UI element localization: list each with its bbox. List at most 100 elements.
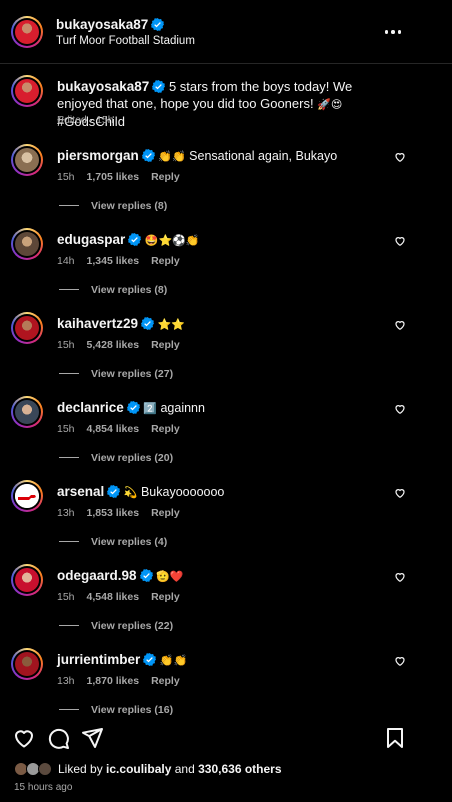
liked-by-user[interactable]: ic.coulibaly — [106, 762, 171, 776]
commenter-avatar[interactable] — [11, 396, 43, 428]
comment-icon[interactable] — [46, 726, 70, 750]
view-replies-button[interactable]: View replies (27) — [59, 368, 173, 380]
send-icon[interactable] — [80, 726, 104, 750]
commenter-username[interactable]: odegaard.98 — [57, 568, 137, 583]
comment-meta: 15h 4,854 likes Reply — [57, 423, 192, 435]
comment-item: kaihavertz29 ⭐⭐ 15h 5,428 likes Reply View … — [0, 308, 452, 392]
heart-icon[interactable] — [394, 319, 406, 331]
commenter-username[interactable]: piersmorgan — [57, 148, 139, 163]
heart-icon[interactable] — [394, 571, 406, 583]
view-replies-label[interactable]: View replies (27) — [91, 368, 173, 380]
view-replies-line — [59, 709, 79, 710]
post-timestamp: 15 hours ago — [14, 782, 73, 793]
comment-time: 13h — [57, 507, 75, 519]
reply-button[interactable]: Reply — [151, 507, 180, 519]
reply-button[interactable]: Reply — [151, 423, 180, 435]
comment-text: edugaspar 🤩⭐⚽👏 — [57, 232, 200, 247]
view-replies-label[interactable]: View replies (22) — [91, 620, 173, 632]
post-location[interactable]: Turf Moor Football Stadium — [56, 35, 195, 47]
view-replies-button[interactable]: View replies (22) — [59, 620, 173, 632]
verified-badge-icon — [141, 317, 155, 330]
commenter-avatar[interactable] — [11, 144, 43, 176]
commenter-username[interactable]: edugaspar — [57, 232, 125, 247]
commenter-username[interactable]: arsenal — [57, 484, 104, 499]
verified-badge-icon — [152, 80, 166, 93]
comment-meta: 15h 4,548 likes Reply — [57, 591, 192, 603]
commenter-avatar[interactable] — [11, 648, 43, 680]
reply-button[interactable]: Reply — [151, 255, 180, 267]
view-replies-label[interactable]: View replies (4) — [91, 536, 167, 548]
comment-likes[interactable]: 4,854 likes — [87, 423, 140, 435]
verified-badge-icon — [126, 401, 140, 414]
comment-emoji: 2️⃣ — [143, 402, 157, 415]
comment-time: 15h — [57, 171, 75, 183]
view-replies-button[interactable]: View replies (8) — [59, 200, 167, 212]
comment-item: declanrice 2️⃣ againnn 15h 4,854 likes Repl… — [0, 392, 452, 476]
commenter-avatar[interactable] — [11, 480, 43, 512]
comment-time: 15h — [57, 591, 75, 603]
liked-by-text: Liked by ic.coulibaly and 330,636 others — [58, 762, 282, 776]
view-replies-button[interactable]: View replies (8) — [59, 284, 167, 296]
heart-icon[interactable] — [394, 403, 406, 415]
commenter-username[interactable]: kaihavertz29 — [57, 316, 138, 331]
view-replies-line — [59, 373, 79, 374]
heart-icon[interactable] — [12, 726, 36, 750]
caption-username[interactable]: bukayosaka87 — [57, 79, 149, 94]
comment-text: arsenal 💫 Bukayooooooo — [57, 484, 224, 499]
author-avatar[interactable] — [11, 16, 43, 48]
verified-badge-icon — [143, 653, 157, 666]
author-username[interactable]: bukayosaka87 — [56, 17, 148, 32]
comment-likes[interactable]: 1,705 likes — [87, 171, 140, 183]
comment-time: 15h — [57, 339, 75, 351]
comment-text: piersmorgan 👏👏 Sensational again, Bukayo — [57, 148, 337, 163]
reply-button[interactable]: Reply — [151, 339, 180, 351]
header-divider — [0, 63, 452, 64]
commenter-avatar[interactable] — [11, 312, 43, 344]
view-replies-label[interactable]: View replies (8) — [91, 200, 167, 212]
view-replies-button[interactable]: View replies (4) — [59, 536, 167, 548]
reply-button[interactable]: Reply — [151, 171, 180, 183]
comment-emoji: 🤩⭐⚽👏 — [144, 234, 200, 247]
commenter-avatar[interactable] — [11, 228, 43, 260]
heart-icon[interactable] — [394, 235, 406, 247]
comment-meta: 14h 1,345 likes Reply — [57, 255, 192, 267]
more-options-icon[interactable] — [382, 22, 404, 42]
view-replies-label[interactable]: View replies (20) — [91, 452, 173, 464]
reply-button[interactable]: Reply — [151, 675, 180, 687]
comment-body: againnn — [160, 401, 205, 415]
comment-text: declanrice 2️⃣ againnn — [57, 400, 205, 415]
view-replies-line — [59, 205, 79, 206]
view-replies-label[interactable]: View replies (8) — [91, 284, 167, 296]
view-replies-button[interactable]: View replies (20) — [59, 452, 173, 464]
liker-avatar[interactable] — [38, 762, 52, 776]
view-replies-label[interactable]: View replies (16) — [91, 704, 173, 716]
bookmark-icon[interactable] — [383, 726, 407, 750]
heart-icon[interactable] — [394, 655, 406, 667]
commenter-avatar[interactable] — [11, 564, 43, 596]
commenter-username[interactable]: jurrientimber — [57, 652, 140, 667]
comment-meta: 13h 1,870 likes Reply — [57, 675, 192, 687]
heart-icon[interactable] — [394, 151, 406, 163]
commenter-username[interactable]: declanrice — [57, 400, 124, 415]
comment-likes[interactable]: 1,345 likes — [87, 255, 140, 267]
likes-count[interactable]: 330,636 others — [198, 762, 281, 776]
view-replies-line — [59, 541, 79, 542]
comment-likes[interactable]: 4,548 likes — [87, 591, 140, 603]
comment-meta: 13h 1,853 likes Reply — [57, 507, 192, 519]
comment-time: 14h — [57, 255, 75, 267]
view-replies-button[interactable]: View replies (16) — [59, 704, 173, 716]
view-replies-line — [59, 625, 79, 626]
comment-text: odegaard.98 🫡❤️ — [57, 568, 183, 583]
comment-likes[interactable]: 5,428 likes — [87, 339, 140, 351]
comment-emoji: 👏👏 — [158, 150, 186, 163]
heart-icon[interactable] — [394, 487, 406, 499]
liked-by-and: and — [174, 762, 195, 776]
post-header: bukayosaka87 Turf Moor Football Stadium — [0, 0, 452, 64]
caption-avatar[interactable] — [11, 75, 43, 107]
comment-likes[interactable]: 1,853 likes — [87, 507, 140, 519]
comment-body: Sensational again, Bukayo — [189, 149, 338, 163]
comment-emoji: 👏👏 — [159, 654, 188, 667]
comment-time: 13h — [57, 675, 75, 687]
comment-likes[interactable]: 1,870 likes — [87, 675, 140, 687]
reply-button[interactable]: Reply — [151, 591, 180, 603]
